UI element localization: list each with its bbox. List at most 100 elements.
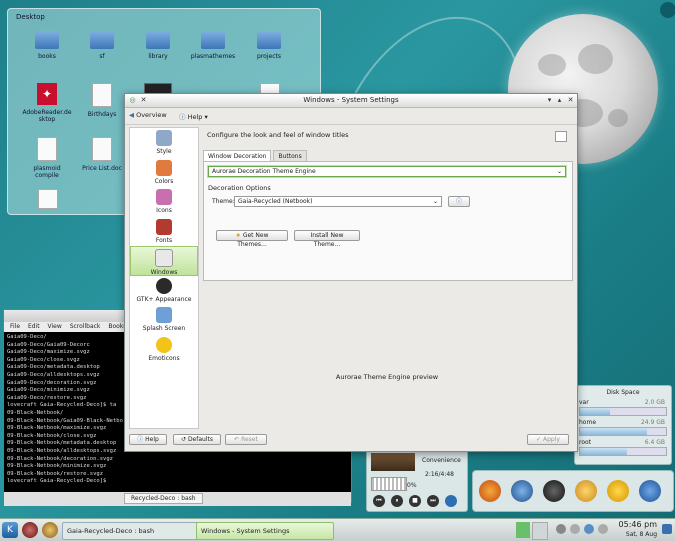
folder-icon: [257, 31, 281, 49]
folder-projects[interactable]: projects: [244, 31, 294, 60]
inkscape-icon[interactable]: [543, 480, 565, 502]
sidebar-item-style[interactable]: Style: [130, 128, 198, 158]
get-new-themes-button[interactable]: ★ Get New Themes...: [216, 230, 288, 248]
firefox-icon[interactable]: [479, 480, 501, 502]
sidebar-item-windows[interactable]: Windows: [130, 246, 198, 276]
pager-desktop-1[interactable]: [516, 522, 530, 538]
volume-meter[interactable]: [371, 477, 407, 491]
defaults-icon: ↺: [180, 436, 187, 443]
settings-sidebar: Style Colors Icons Fonts Windows GTK+ Ap…: [129, 127, 199, 429]
disk-usage-bar: [579, 427, 667, 436]
defaults-button[interactable]: ↺ Defaults: [173, 434, 221, 445]
icon-label: Birthdays: [87, 111, 117, 118]
file-plasmoid-compile[interactable]: plasmoid compile: [22, 137, 72, 179]
help-button[interactable]: ⓘ Help ▾: [179, 111, 208, 121]
sidebar-item-icons[interactable]: Icons: [130, 187, 198, 217]
task-label: Gaia-Recycled-Deco : bash: [67, 527, 155, 535]
thunderbird-icon[interactable]: [511, 480, 533, 502]
pin-icon[interactable]: ✕: [139, 96, 148, 105]
menu-file[interactable]: File: [10, 323, 20, 330]
sidebar-item-label: Fonts: [155, 236, 173, 244]
document-icon[interactable]: [38, 189, 58, 209]
overview-button[interactable]: ◀ Overview: [129, 111, 167, 119]
reset-label: Reset: [241, 436, 258, 443]
clock-date: Sat, 8 Aug: [625, 531, 657, 538]
close-icon[interactable]: ✕: [566, 96, 575, 105]
pause-icon[interactable]: ⏸: [391, 495, 403, 507]
decoration-panel: Aurorae Decoration Theme Engine ⌄ Decora…: [203, 161, 573, 281]
decoration-engine-select[interactable]: Aurorae Decoration Theme Engine ⌄: [208, 166, 566, 177]
tray-icon[interactable]: [570, 524, 580, 534]
icon-label: plasmoid compile: [33, 165, 61, 179]
style-icon: [156, 130, 172, 146]
theme-select[interactable]: Gaia-Recycled (Netbook) ⌄: [234, 196, 442, 207]
terminal-tab[interactable]: Recycled-Deco : bash: [124, 493, 203, 504]
disk-usage-fill: [580, 448, 628, 455]
tray-icon[interactable]: [556, 524, 566, 534]
install-new-theme-button[interactable]: Install New Theme...: [294, 230, 360, 248]
file-birthdays[interactable]: Birthdays: [77, 83, 127, 118]
decoration-options-label: Decoration Options: [208, 184, 271, 192]
maximize-icon[interactable]: ▴: [555, 96, 564, 105]
sidebar-item-fonts[interactable]: Fonts: [130, 217, 198, 247]
theme-info-button[interactable]: ⓘ: [448, 196, 470, 207]
tray-icon[interactable]: [598, 524, 608, 534]
sidebar-item-splash[interactable]: Splash Screen: [130, 305, 198, 335]
sidebar-item-label: Style: [156, 148, 172, 155]
file-price-list[interactable]: Price List.doc: [77, 137, 127, 172]
pager-desktop-2[interactable]: [532, 522, 548, 540]
minimize-icon[interactable]: ▾: [545, 96, 554, 105]
sidebar-item-colors[interactable]: Colors: [130, 158, 198, 188]
corner-widget[interactable]: [660, 2, 675, 18]
launcher-icon[interactable]: [22, 522, 38, 538]
icon-label: AdobeReader.de sktop: [22, 109, 72, 123]
app-icon: ◎: [129, 96, 136, 104]
menu-view[interactable]: View: [48, 323, 62, 330]
folder-icon: [35, 31, 59, 49]
launcher-icon[interactable]: [42, 522, 58, 538]
previous-icon[interactable]: ⏮: [373, 495, 385, 507]
taskbar: K Gaia-Recycled-Deco : bash Windows - Sy…: [0, 518, 675, 541]
overview-label: Overview: [136, 111, 167, 119]
file-adobereader[interactable]: ✦ AdobeReader.de sktop: [22, 83, 72, 123]
apply-button[interactable]: ✓ Apply: [527, 434, 569, 445]
terminal-tabbar: Recycled-Deco : bash: [4, 492, 351, 506]
sidebar-item-gtk[interactable]: GTK+ Appearance: [130, 276, 198, 306]
window-titlebar[interactable]: ◎ ✕ Windows - System Settings ▾ ▴ ✕: [125, 94, 577, 108]
disk-space-title: Disk Space: [606, 389, 640, 396]
page-heading: Configure the look and feel of window ti…: [207, 131, 349, 139]
media-icon[interactable]: [607, 480, 629, 502]
kmail-icon[interactable]: [639, 480, 661, 502]
task-system-settings[interactable]: Windows - System Settings: [196, 522, 334, 540]
stop-icon[interactable]: ■: [409, 495, 421, 507]
folder-library[interactable]: library: [133, 31, 183, 60]
menu-scrollback[interactable]: Scrollback: [70, 323, 101, 330]
page-icon: [555, 131, 567, 142]
terminal-line: 09-Black-Netbook/decoration.svgz: [7, 455, 113, 462]
clock[interactable]: 05:46 pm Sat, 8 Aug: [619, 520, 657, 539]
sidebar-item-emoticons[interactable]: Emoticons: [130, 335, 198, 365]
player-logo-icon[interactable]: [445, 495, 457, 507]
paint-icon[interactable]: [575, 480, 597, 502]
track-title: Convenience: [422, 457, 461, 464]
task-terminal[interactable]: Gaia-Recycled-Deco : bash: [62, 522, 200, 540]
menu-edit[interactable]: Edit: [28, 323, 40, 330]
reset-button[interactable]: ↶ Reset: [225, 434, 267, 445]
desktop-title: Desktop: [16, 13, 45, 21]
help-footer-button[interactable]: ⓘ Help: [129, 434, 167, 445]
folder-plasmathemes[interactable]: plasmathemes: [188, 31, 238, 60]
window-footer: ⓘ Help ↺ Defaults ↶ Reset ✓ Apply: [129, 434, 573, 446]
help-footer-label: Help: [145, 436, 159, 443]
tray-icon[interactable]: [584, 524, 594, 534]
k-menu-icon[interactable]: K: [2, 522, 18, 538]
help-icon: ⓘ: [179, 113, 186, 121]
panel-toolbox-icon[interactable]: [662, 524, 672, 534]
disk-usage-bar: [579, 447, 667, 456]
folder-sf[interactable]: sf: [77, 31, 127, 60]
sidebar-item-label: Emoticons: [148, 354, 180, 362]
folder-books[interactable]: books: [22, 31, 72, 60]
disk-size: 2.0 GB: [644, 399, 665, 406]
help-label: Help: [187, 113, 203, 121]
disk-space-widget: Disk Space var 2.0 GB home 24.9 GB root …: [574, 385, 672, 465]
next-icon[interactable]: ⏭: [427, 495, 439, 507]
